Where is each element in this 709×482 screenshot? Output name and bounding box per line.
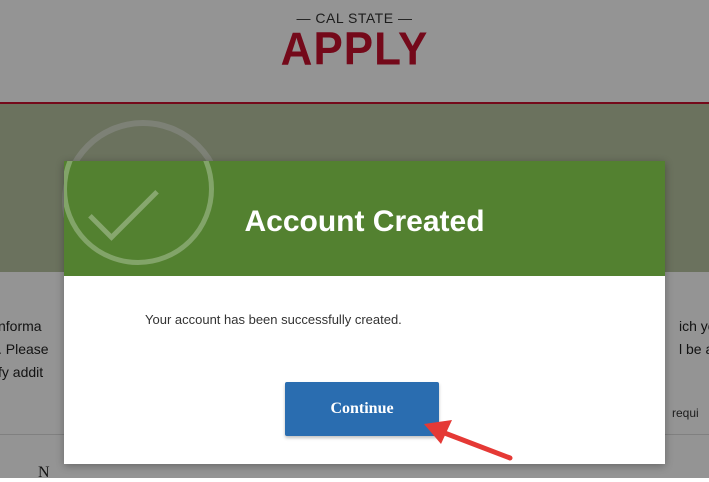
dialog-message: Your account has been successfully creat… <box>145 312 402 327</box>
dialog-header: Account Created <box>64 161 665 276</box>
dialog-title: Account Created <box>244 205 485 238</box>
account-created-dialog: Account Created Your account has been su… <box>64 161 665 464</box>
continue-button[interactable]: Continue <box>285 382 439 436</box>
